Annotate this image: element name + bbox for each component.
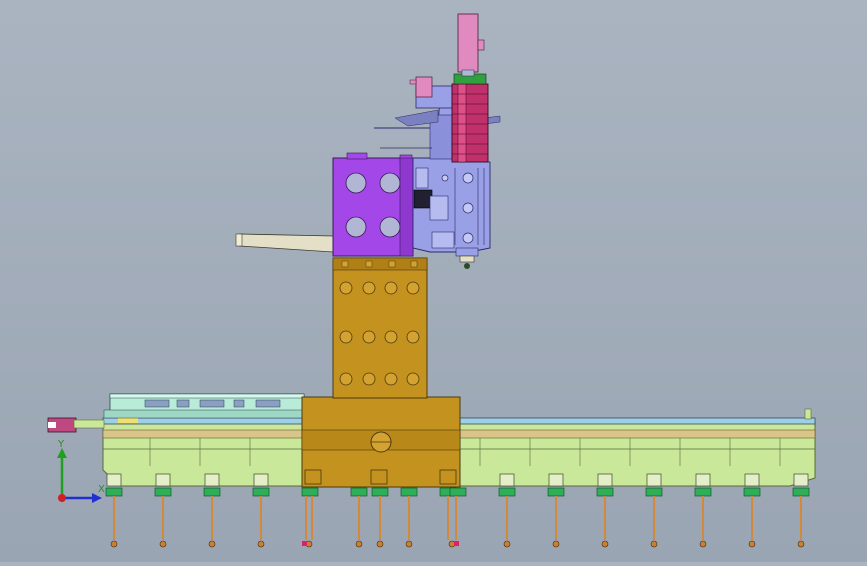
way-cover: [103, 393, 305, 419]
anchor-bolts: [113, 496, 802, 540]
bed-left-bracket: [73, 419, 105, 429]
leveling-feet: [105, 487, 810, 497]
side-motor: [409, 76, 433, 98]
head-block: [332, 152, 414, 257]
axis-origin: [58, 494, 66, 502]
top-motor: [457, 13, 485, 77]
axis-triad: Y X: [57, 440, 105, 503]
y-axis-label: Y: [57, 440, 65, 450]
bed-yellow-tag: [118, 418, 138, 423]
saddle: [301, 396, 461, 488]
spindle-nose: [455, 247, 479, 257]
column: [332, 257, 428, 399]
servo-black-block: [413, 189, 433, 209]
spindle-housing: [451, 73, 489, 163]
cad-viewport[interactable]: Y X: [0, 0, 867, 562]
x-axis-label: X: [98, 484, 105, 495]
tool-arm: [235, 233, 334, 253]
machine-drawing: [47, 13, 816, 548]
bed-right-stop: [804, 408, 812, 420]
